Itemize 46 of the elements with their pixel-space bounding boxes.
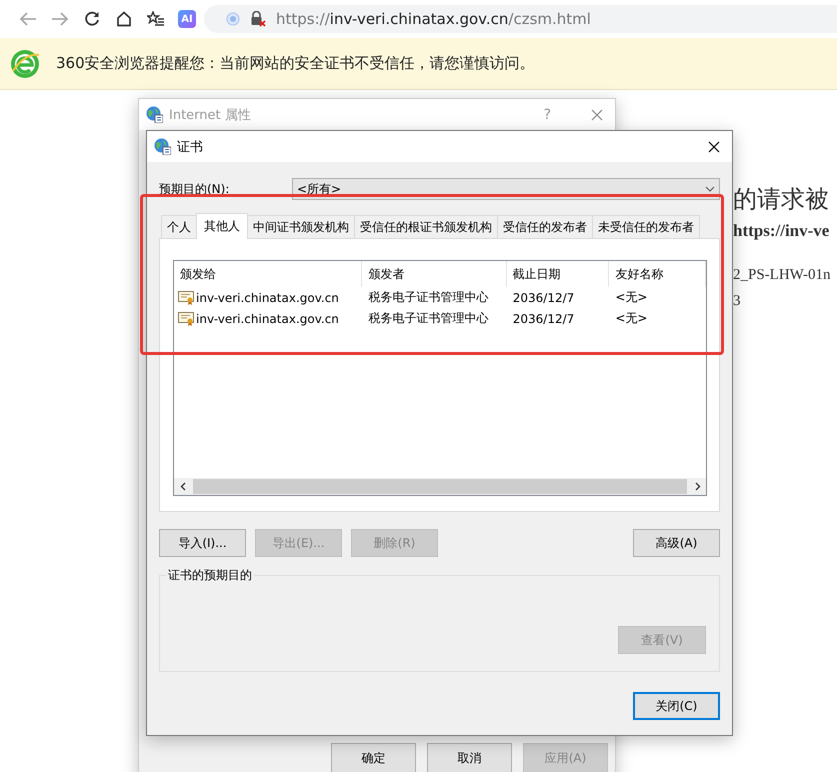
column-header[interactable]: 友好名称 — [609, 261, 706, 287]
circle-icon — [226, 12, 240, 26]
page-text: 3 — [733, 293, 742, 311]
table-cell: <无> — [615, 289, 648, 306]
horizontal-scrollbar[interactable] — [174, 478, 706, 495]
url-text[interactable]: https://inv-veri.chinatax.gov.cn/czsm.html — [276, 10, 591, 28]
tab[interactable]: 未受信任的发布者 — [592, 215, 700, 238]
certificate-icon — [178, 290, 195, 305]
globe-icon — [146, 106, 163, 123]
reload-icon[interactable] — [84, 11, 100, 27]
group-title: 证书的预期目的 — [166, 567, 254, 584]
window-title: 证书 — [177, 138, 204, 156]
scroll-right-icon[interactable] — [694, 482, 700, 491]
certificate-icon — [178, 311, 195, 326]
scroll-left-icon[interactable] — [180, 482, 186, 491]
page-text: 2_PS-LHW-01n — [733, 267, 830, 285]
chevron-down-icon — [705, 186, 715, 192]
home-icon[interactable] — [116, 11, 132, 27]
column-header[interactable]: 颁发给 — [174, 261, 362, 287]
column-header[interactable]: 颁发者 — [362, 261, 507, 287]
close-button[interactable]: 关闭(C) — [633, 692, 720, 720]
close-icon[interactable] — [708, 140, 720, 152]
window-title: Internet 属性 — [169, 106, 252, 124]
table-cell[interactable]: inv-veri.chinatax.gov.cn — [196, 312, 339, 326]
dialog-button[interactable]: 导入(I)... — [159, 529, 246, 557]
browser-logo-icon — [10, 48, 40, 78]
tab[interactable]: 其他人 — [196, 213, 248, 239]
table-cell: 税务电子证书管理中心 — [368, 310, 488, 327]
insecure-lock-icon[interactable] — [250, 11, 266, 27]
address-bar[interactable]: https://inv-veri.chinatax.gov.cn/czsm.html — [204, 5, 837, 33]
dialog-button[interactable]: 确定 — [331, 743, 416, 772]
warning-message: 360安全浏览器提醒您：当前网站的安全证书不受信任，请您谨慎访问。 — [56, 54, 535, 73]
table-cell: 2036/12/7 — [512, 290, 574, 304]
purpose-label: 预期目的(N): — [159, 180, 230, 198]
favorites-icon[interactable] — [147, 11, 165, 27]
table-cell[interactable]: inv-veri.chinatax.gov.cn — [196, 290, 339, 304]
page-text: https://inv-ve — [733, 221, 830, 242]
page-text: 的请求被 — [733, 186, 830, 215]
column-header[interactable]: 截止日期 — [506, 261, 610, 287]
dialog-button[interactable]: 高级(A) — [633, 529, 720, 557]
table-cell: 2036/12/7 — [512, 312, 574, 326]
dialog-button[interactable]: 取消 — [427, 743, 512, 772]
globe-icon — [154, 138, 171, 155]
table-cell: <无> — [615, 310, 648, 327]
tab[interactable]: 个人 — [161, 215, 197, 238]
table-cell: 税务电子证书管理中心 — [368, 289, 488, 306]
